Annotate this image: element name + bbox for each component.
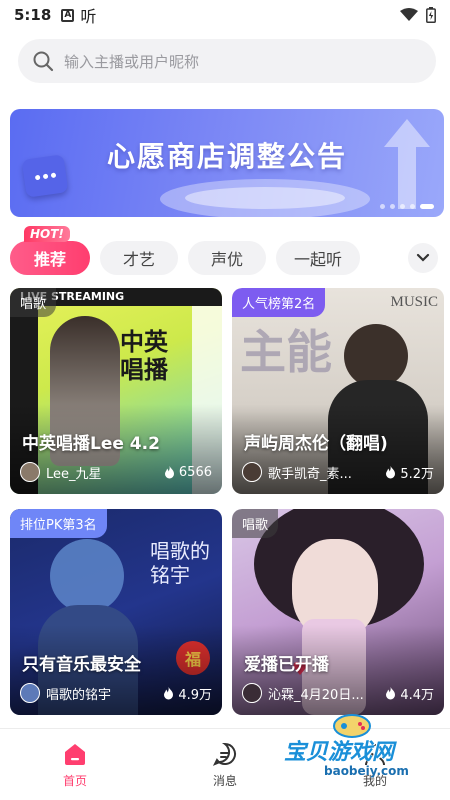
search-placeholder: 输入主播或用户昵称 (64, 52, 200, 71)
message-icon (212, 742, 236, 766)
cover-text: 中英唱播 (120, 328, 168, 384)
site-watermark: 宝贝游戏网 baobeiy.com (284, 706, 434, 796)
notification-a-icon: A (61, 8, 75, 22)
nav-messages-label: 消息 (212, 773, 237, 788)
flame-icon (164, 686, 174, 699)
room-title: 声屿周杰伦（翻唱) (244, 434, 388, 454)
heat-count: 4.9万 (162, 684, 212, 703)
category-badge: 唱歌 (232, 509, 279, 538)
tab-listen-together[interactable]: 一起听 (276, 241, 361, 275)
live-card[interactable]: 主能 MUSIC 人气榜第2名 声屿周杰伦（翻唱) 歌手凯奇_素... 5.2万 (232, 288, 444, 494)
nav-messages[interactable]: 消息 (150, 729, 300, 800)
ranking-badge: 人气榜第2名 (232, 288, 326, 317)
banner-dot (400, 204, 405, 209)
tabs-expand-button[interactable] (408, 243, 438, 273)
category-badge: 唱歌 (10, 288, 57, 317)
avatar (20, 683, 40, 703)
banner-dot (380, 204, 385, 209)
heat-count: 6566 (163, 465, 212, 480)
room-title: 只有音乐最安全 (22, 655, 141, 675)
hot-badge: HOT! (24, 226, 70, 242)
tab-voice-actor[interactable]: 声优 (188, 241, 266, 275)
announcement-banner[interactable]: 心愿商店调整公告 (10, 109, 444, 217)
banner-title: 心愿商店调整公告 (106, 140, 347, 173)
tab-recommend[interactable]: 推荐 (10, 241, 90, 275)
search-bar[interactable]: 输入主播或用户昵称 (18, 39, 436, 83)
banner-stage-top (185, 187, 345, 209)
search-icon (33, 51, 54, 72)
heat-value: 4.9万 (178, 687, 212, 703)
watermark-text: 宝贝游戏网 (284, 740, 395, 765)
nav-home[interactable]: 首页 (0, 729, 150, 800)
heat-value: 5.2万 (400, 466, 434, 482)
avatar (20, 462, 40, 482)
avatar (242, 462, 262, 482)
card-meta: 沁霖_4月20日... 4.4万 (242, 683, 434, 703)
cover-text: 唱歌的铭宇 (150, 539, 210, 587)
cover-text: 主能 (240, 325, 332, 379)
banner-dot (390, 204, 395, 209)
tab-talent[interactable]: 才艺 (100, 241, 178, 275)
host-name: 沁霖_4月20日... (268, 687, 364, 703)
card-meta: 唱歌的铭宇 4.9万 (20, 683, 212, 703)
flame-icon (164, 465, 174, 478)
flame-icon (386, 686, 396, 699)
room-title: 爱播已开播 (244, 655, 329, 675)
nav-home-label: 首页 (62, 773, 87, 788)
status-time: 5:18 (14, 6, 52, 24)
heat-count: 4.4万 (384, 684, 434, 703)
flame-icon (386, 465, 396, 478)
host-name: 唱歌的铭宇 (46, 687, 112, 703)
heat-value: 6566 (178, 464, 212, 480)
wifi-icon (400, 8, 418, 21)
tabs-fade (372, 238, 408, 278)
watermark-url: baobeiy.com (324, 764, 409, 778)
host-name: Lee_九星 (46, 466, 102, 482)
ranking-badge: 排位PK第3名 (10, 509, 107, 538)
banner-pagination (380, 204, 434, 209)
chevron-down-icon (416, 253, 430, 262)
live-card[interactable]: 唱歌的铭宇 福 排位PK第3名 只有音乐最安全 唱歌的铭宇 4.9万 (10, 509, 222, 715)
banner-dot (410, 204, 415, 209)
battery-icon (426, 7, 436, 23)
card-meta: Lee_九星 6566 (20, 462, 212, 482)
live-card[interactable]: LIVE STREAMING 中英唱播 唱歌 中英唱播Lee 4.2 Lee_九… (10, 288, 222, 494)
live-card[interactable]: ♥ 唱歌 爱播已开播 沁霖_4月20日... 4.4万 (232, 509, 444, 715)
status-bar: 5:18 A 听 (0, 0, 450, 30)
avatar (242, 683, 262, 703)
banner-dot-active (420, 204, 434, 209)
home-icon (65, 743, 85, 765)
room-title: 中英唱播Lee 4.2 (22, 434, 160, 454)
heat-value: 4.4万 (400, 687, 434, 703)
host-name: 歌手凯奇_素... (268, 466, 352, 482)
heat-count: 5.2万 (384, 463, 434, 482)
card-meta: 歌手凯奇_素... 5.2万 (242, 462, 434, 482)
notification-listen-icon: 听 (80, 7, 97, 26)
cover-tag: MUSIC (390, 294, 438, 310)
